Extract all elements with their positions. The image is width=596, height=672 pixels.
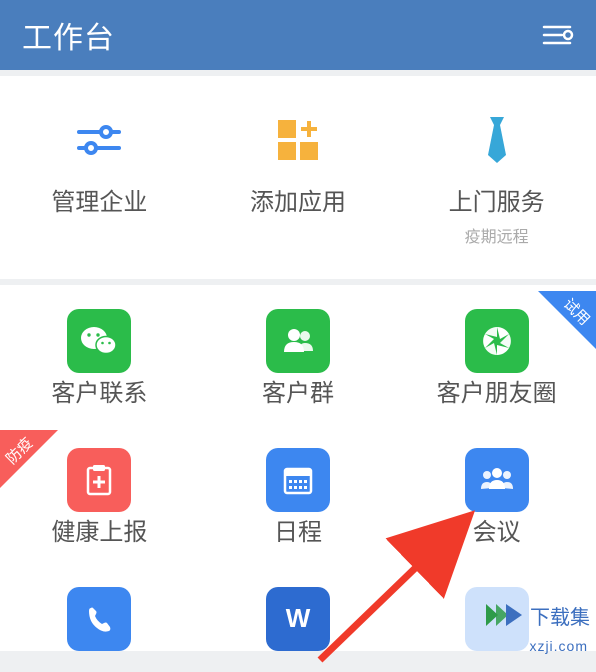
meeting-label: 会议 [473, 512, 521, 547]
watermark-sub: xzji.com [529, 638, 588, 654]
phone-cell[interactable] [0, 569, 199, 651]
manage-enterprise-label: 管理企业 [51, 182, 147, 217]
onsite-service-label: 上门服务 [449, 182, 545, 217]
sliders-icon [64, 112, 134, 168]
customer-contact-label: 客户联系 [51, 373, 147, 408]
meeting-cell[interactable]: 会议 [397, 430, 596, 569]
onsite-service-cell[interactable]: 上门服务 疫期远程 [397, 94, 596, 269]
customer-group-cell[interactable]: 客户群 [199, 291, 398, 430]
wechat-icon [67, 309, 131, 373]
svg-text:W: W [286, 603, 311, 633]
customer-contact-cell[interactable]: 客户联系 [0, 291, 199, 430]
calendar-cell[interactable]: 日程 [199, 430, 398, 569]
manage-enterprise-cell[interactable]: 管理企业 [0, 94, 199, 269]
customer-moments-cell[interactable]: 试用 客户朋友圈 [397, 291, 596, 430]
wps-doc-cell[interactable]: W [199, 569, 398, 651]
people-icon [465, 448, 529, 512]
customer-moments-label: 客户朋友圈 [437, 373, 557, 408]
workbench-header: 工作台 [0, 0, 596, 70]
clipboard-plus-icon [67, 448, 131, 512]
tie-icon [462, 112, 532, 168]
aperture-icon [465, 309, 529, 373]
settings-list-icon[interactable] [540, 18, 574, 52]
app-icon-placeholder [465, 587, 529, 651]
add-app-icon [263, 112, 333, 168]
admin-section: 管理企业 添加应用 上门服务 疫期远程 [0, 76, 596, 279]
health-report-label: 健康上报 [51, 512, 147, 547]
calendar-icon [266, 448, 330, 512]
add-app-cell[interactable]: 添加应用 [199, 94, 398, 269]
customer-group-label: 客户群 [262, 373, 334, 408]
header-title: 工作台 [22, 13, 115, 57]
calendar-label: 日程 [274, 512, 322, 547]
group-icon [266, 309, 330, 373]
w-doc-icon: W [266, 587, 330, 651]
health-report-cell[interactable]: 防疫 健康上报 [0, 430, 199, 569]
phone-icon [67, 587, 131, 651]
add-app-label: 添加应用 [250, 182, 346, 217]
onsite-service-sublabel: 疫期远程 [465, 223, 529, 247]
apps-section: 客户联系 客户群 试用 [0, 285, 596, 651]
